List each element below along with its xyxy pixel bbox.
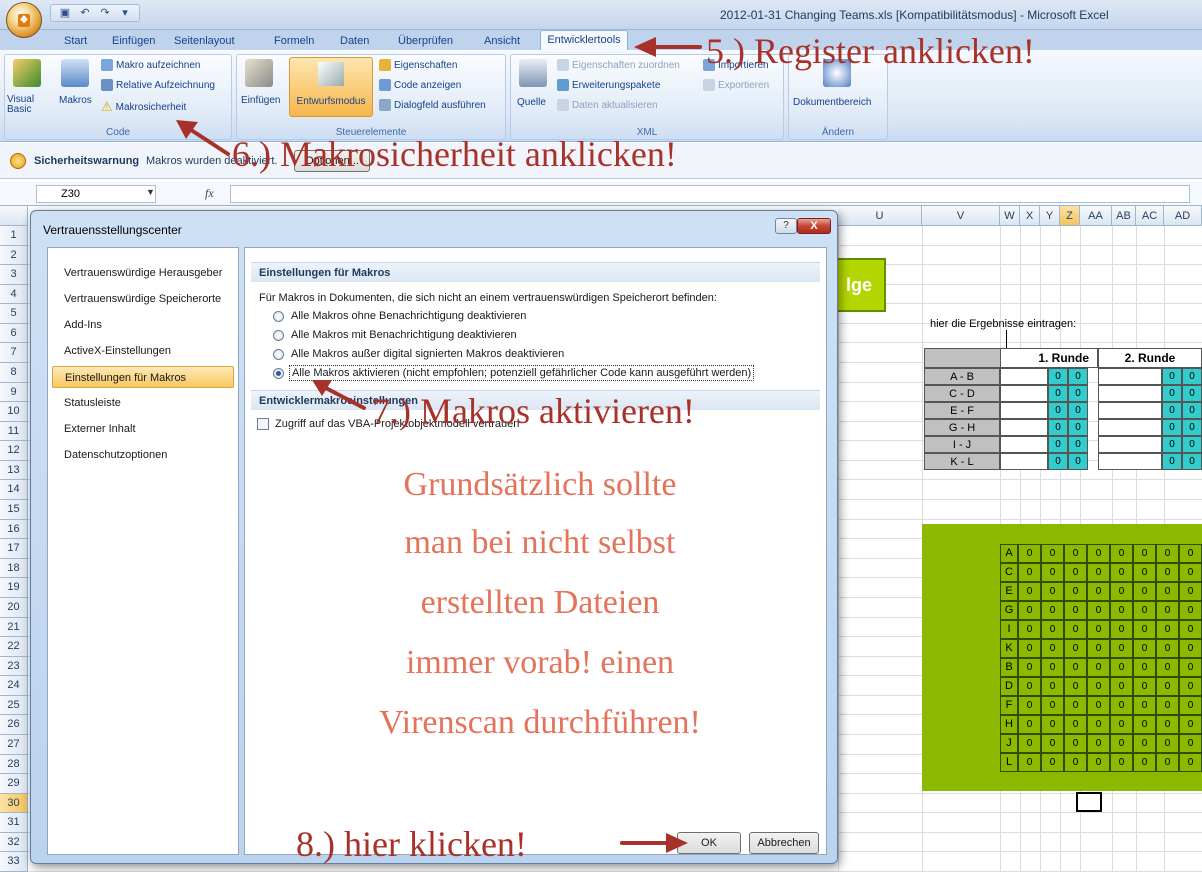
arrow-step5-head xyxy=(634,37,656,57)
annotation-step7: 7.) Makros aktivieren! xyxy=(372,391,695,431)
arrow-step6 xyxy=(186,126,230,156)
excel-window: ▣ ↶ ↷ ▾ 2012-01-31 Changing Teams.xls [K… xyxy=(0,0,1202,872)
annotation-arrows xyxy=(176,37,702,853)
annotation-step8: 8.) hier klicken! xyxy=(296,824,527,864)
arrow-step8-head xyxy=(666,833,688,853)
arrow-step7 xyxy=(320,384,366,410)
annotation-step5: 5.) Register anklicken! xyxy=(706,31,1035,71)
arrow-step6-head xyxy=(176,120,198,139)
annotation-step6: 6.) Makrosicherheit anklicken! xyxy=(232,134,677,174)
